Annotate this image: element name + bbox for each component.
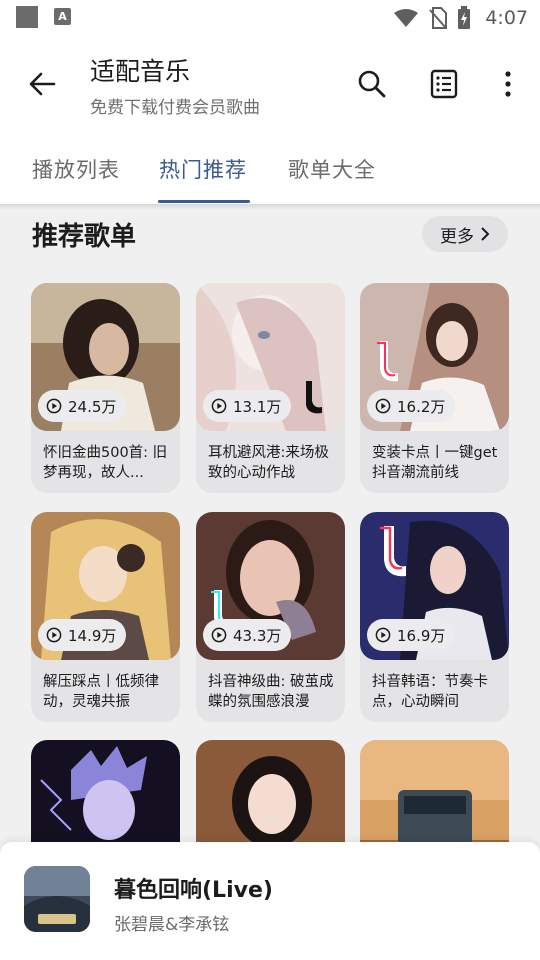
- notification-icon: [16, 6, 38, 28]
- app-notification-icon: A: [54, 8, 71, 25]
- page-subtitle: 免费下载付费会员歌曲: [90, 98, 260, 118]
- play-circle-icon: [211, 627, 227, 643]
- playlist-title: 抖音神级曲: 破茧成蝶的氛围感浪漫: [208, 674, 334, 710]
- section-title: 推荐歌单: [32, 222, 137, 252]
- play-circle-icon: [46, 398, 62, 414]
- play-circle-icon: [375, 627, 391, 643]
- playlist-title: 变装卡点丨一键get抖音潮流前线: [372, 445, 498, 481]
- status-bar: A 4:07: [0, 0, 540, 36]
- play-count-badge: 16.2万: [367, 390, 456, 422]
- play-count: 43.3万: [233, 626, 282, 645]
- play-count-badge: 43.3万: [203, 619, 292, 651]
- play-count: 16.2万: [397, 397, 446, 416]
- playlist-card[interactable]: 24.5万 怀旧金曲500首: 旧梦再现，故人...: [31, 283, 180, 493]
- back-arrow-icon: [29, 72, 56, 96]
- play-circle-icon: [211, 398, 227, 414]
- play-count-badge: 14.9万: [38, 619, 127, 651]
- play-circle-icon: [375, 398, 391, 414]
- clock: 4:07: [485, 7, 528, 29]
- play-count: 16.9万: [397, 626, 446, 645]
- play-count-badge: 16.9万: [367, 619, 456, 651]
- play-count: 14.9万: [68, 626, 117, 645]
- page-title: 适配音乐: [90, 57, 191, 86]
- playlist-button[interactable]: [426, 66, 462, 102]
- chevron-right-icon: [481, 227, 490, 241]
- search-button[interactable]: [354, 66, 390, 102]
- play-circle-icon: [46, 627, 62, 643]
- play-count: 24.5万: [68, 397, 117, 416]
- playlist-card[interactable]: 16.2万 变装卡点丨一键get抖音潮流前线: [360, 283, 509, 493]
- more-button[interactable]: 更多: [422, 216, 508, 252]
- no-sim-icon: [429, 7, 448, 29]
- app-bar: 适配音乐 免费下载付费会员歌曲: [0, 36, 540, 140]
- playlist-title: 抖音韩语：节奏卡点，心动瞬间: [372, 674, 488, 710]
- active-tab-indicator: [158, 200, 250, 203]
- tab-playlist[interactable]: 播放列表: [32, 154, 120, 184]
- more-label: 更多: [440, 226, 474, 247]
- play-count-badge: 13.1万: [203, 390, 292, 422]
- now-playing-bar[interactable]: 暮色回响(Live) 张碧晨&李承铉: [0, 842, 540, 960]
- artist-name: 张碧晨&李承铉: [114, 915, 230, 935]
- more-vert-icon: [505, 71, 511, 97]
- playlist-title: 解压踩点丨低频律动，灵魂共振: [43, 674, 159, 710]
- playlist-card[interactable]: 14.9万 解压踩点丨低频律动，灵魂共振: [31, 512, 180, 722]
- status-icons: 4:07: [393, 6, 528, 30]
- search-icon: [358, 70, 386, 98]
- playlist-card[interactable]: 13.1万 耳机避风港:来场极致的心动作战: [196, 283, 345, 493]
- wifi-icon: [394, 9, 419, 27]
- back-button[interactable]: [24, 66, 60, 102]
- playlist-card[interactable]: 16.9万 抖音韩语：节奏卡点，心动瞬间: [360, 512, 509, 722]
- play-count: 13.1万: [233, 397, 282, 416]
- list-icon: [430, 69, 458, 99]
- song-title: 暮色回响(Live): [114, 878, 273, 903]
- album-art[interactable]: [24, 866, 90, 932]
- playlist-title: 怀旧金曲500首: 旧梦再现，故人...: [43, 445, 168, 481]
- playlist-card[interactable]: 43.3万 抖音神级曲: 破茧成蝶的氛围感浪漫: [196, 512, 345, 722]
- tab-playlist-collection[interactable]: 歌单大全: [288, 154, 376, 184]
- tab-hot-recommend[interactable]: 热门推荐: [159, 154, 247, 184]
- playlist-title: 耳机避风港:来场极致的心动作战: [208, 445, 329, 481]
- tab-bar: 播放列表 热门推荐 歌单大全: [0, 140, 540, 204]
- more-options-button[interactable]: [490, 66, 526, 102]
- battery-charging-icon: [458, 6, 471, 29]
- tab-shadow: [0, 204, 540, 210]
- play-count-badge: 24.5万: [38, 390, 127, 422]
